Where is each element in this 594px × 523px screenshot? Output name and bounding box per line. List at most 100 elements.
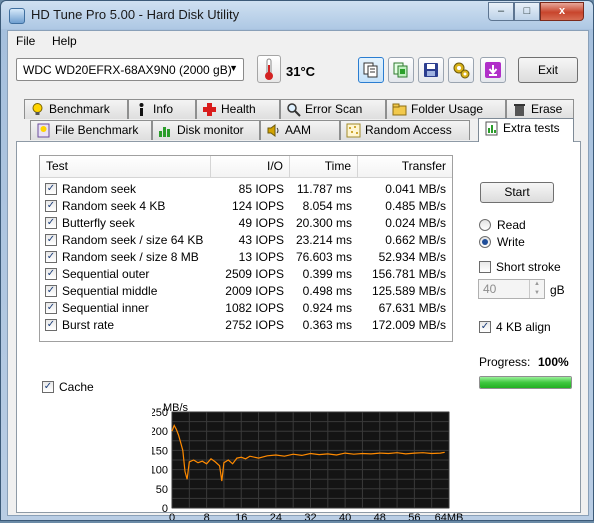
chart-y-tick-label: 0 <box>162 503 168 515</box>
progress-bar <box>479 376 572 389</box>
tab-health[interactable]: Health <box>196 99 280 119</box>
tab-error-scan[interactable]: Error Scan <box>280 99 386 119</box>
test-time: 23.214 ms <box>295 233 352 247</box>
table-row[interactable]: ✓ Sequential middle 2009 IOPS 0.498 ms 125.5… <box>40 283 452 300</box>
copy-screenshot-button[interactable] <box>388 57 414 83</box>
info-icon <box>139 103 144 116</box>
exit-button[interactable]: Exit <box>518 57 578 83</box>
chart-x-tick-label: 8 <box>204 512 210 520</box>
tab-random-access[interactable]: Random Access <box>340 120 470 140</box>
test-checkbox[interactable]: ✓ <box>45 268 57 280</box>
test-checkbox[interactable]: ✓ <box>45 285 57 297</box>
temperature-value: 31°C <box>286 64 316 79</box>
test-name: Sequential inner <box>62 301 149 315</box>
column-header-io[interactable]: I/O <box>211 156 290 178</box>
test-time: 76.603 ms <box>295 250 352 264</box>
align-label: 4 KB align <box>496 320 551 334</box>
tab-info[interactable]: Info <box>128 99 196 119</box>
cache-checkbox[interactable]: ✓ <box>42 381 54 393</box>
tab-disk-monitor[interactable]: Disk monitor <box>152 120 260 140</box>
menu-help[interactable]: Help <box>52 34 77 48</box>
copy-info-icon <box>363 62 378 78</box>
title-bar[interactable]: HD Tune Pro 5.00 - Hard Disk Utility – □… <box>1 1 593 29</box>
test-checkbox[interactable]: ✓ <box>45 319 57 331</box>
window-title: HD Tune Pro 5.00 - Hard Disk Utility <box>31 7 240 22</box>
start-button[interactable]: Start <box>480 182 554 203</box>
test-name: Burst rate <box>62 318 115 332</box>
tab-benchmark-label: Benchmark <box>49 102 110 116</box>
tab-aam-label: AAM <box>285 123 312 137</box>
save-button[interactable] <box>418 57 444 83</box>
test-checkbox[interactable]: ✓ <box>45 217 57 229</box>
test-name: Random seek 4 KB <box>62 199 166 213</box>
short-stroke-size-input[interactable]: 40 ▲ ▼ <box>478 279 545 299</box>
column-header-test[interactable]: Test <box>40 156 211 178</box>
tab-file-benchmark[interactable]: File Benchmark <box>30 120 152 140</box>
tab-extra-tests-label: Extra tests <box>503 121 560 135</box>
test-io: 1082 IOPS <box>225 301 284 315</box>
read-radio[interactable] <box>479 219 491 231</box>
test-io: 13 IOPS <box>238 250 284 264</box>
read-label: Read <box>497 218 526 232</box>
progress-value: 100% <box>538 355 569 369</box>
menu-file[interactable]: File <box>16 34 35 48</box>
table-row[interactable]: ✓ Random seek / size 64 KB 43 IOPS 23.214 m… <box>40 232 452 249</box>
short-stroke-checkbox[interactable] <box>479 261 491 273</box>
drive-select[interactable]: WDC WD20EFRX-68AX9N0 (2000 gB) ▼ <box>16 58 244 81</box>
table-row[interactable]: ✓ Sequential outer 2509 IOPS 0.399 ms 156.78… <box>40 266 452 283</box>
test-checkbox[interactable]: ✓ <box>45 234 57 246</box>
test-time: 20.300 ms <box>295 216 352 230</box>
test-transfer: 67.631 MB/s <box>378 301 446 315</box>
test-checkbox[interactable]: ✓ <box>45 183 57 195</box>
test-time: 0.924 ms <box>302 301 352 315</box>
column-header-time[interactable]: Time <box>290 156 358 178</box>
tab-extra-tests[interactable]: Extra tests <box>478 118 574 142</box>
short-stroke-size-value: 40 <box>483 282 497 296</box>
chart-x-tick-label: 24 <box>270 512 282 520</box>
tab-error-scan-label: Error Scan <box>305 102 363 116</box>
test-checkbox[interactable]: ✓ <box>45 200 57 212</box>
tab-aam[interactable]: AAM <box>260 120 340 140</box>
table-row[interactable]: ✓ Burst rate 2752 IOPS 0.363 ms 172.009 MB/s <box>40 317 452 334</box>
maximize-button[interactable]: □ <box>514 2 540 21</box>
menu-bar: File Help <box>8 31 588 51</box>
tab-file-benchmark-label: File Benchmark <box>55 123 139 137</box>
chart-y-tick-label: 100 <box>152 465 168 477</box>
spin-down-icon[interactable]: ▼ <box>529 289 544 298</box>
extra-tests-icon <box>485 121 498 136</box>
options-button[interactable] <box>448 57 474 83</box>
table-row[interactable]: ✓ Random seek / size 8 MB 13 IOPS 76.603 ms… <box>40 249 452 266</box>
tab-health-label: Health <box>221 102 256 116</box>
test-checkbox[interactable]: ✓ <box>45 251 57 263</box>
close-button[interactable]: x <box>540 2 584 21</box>
copy-info-button[interactable] <box>358 57 384 83</box>
column-header-transfer[interactable]: Transfer <box>358 156 452 178</box>
copy-screenshot-icon <box>393 62 408 78</box>
tab-erase[interactable]: Erase <box>506 99 574 119</box>
write-radio[interactable] <box>479 236 491 248</box>
test-time: 0.399 ms <box>302 267 352 281</box>
test-transfer: 0.662 MB/s <box>385 233 446 247</box>
test-checkbox[interactable]: ✓ <box>45 302 57 314</box>
chart-x-tick-label: 40 <box>339 512 351 520</box>
test-transfer: 156.781 MB/s <box>371 267 446 281</box>
short-stroke-label: Short stroke <box>496 260 561 274</box>
tab-info-label: Info <box>153 102 174 116</box>
test-transfer: 0.024 MB/s <box>385 216 446 230</box>
spin-up-icon[interactable]: ▲ <box>529 280 544 289</box>
test-io: 2509 IOPS <box>225 267 284 281</box>
menu-help-label: Help <box>52 34 77 48</box>
align-checkbox[interactable]: ✓ <box>479 321 491 333</box>
app-icon <box>9 8 25 24</box>
drive-select-value: WDC WD20EFRX-68AX9N0 (2000 gB) <box>23 63 232 77</box>
test-transfer: 125.589 MB/s <box>371 284 446 298</box>
minimize-button[interactable]: – <box>488 2 514 21</box>
download-button[interactable] <box>480 57 506 83</box>
table-row[interactable]: ✓ Sequential inner 1082 IOPS 0.924 ms 67.631… <box>40 300 452 317</box>
table-row[interactable]: ✓ Random seek 4 KB 124 IOPS 8.054 ms 0.485 M… <box>40 198 452 215</box>
tab-benchmark[interactable]: Benchmark <box>24 99 128 119</box>
progress-fill <box>480 377 571 388</box>
table-row[interactable]: ✓ Random seek 85 IOPS 11.787 ms 0.041 MB/s <box>40 181 452 198</box>
tab-folder-usage[interactable]: Folder Usage <box>386 99 506 119</box>
table-row[interactable]: ✓ Butterfly seek 49 IOPS 20.300 ms 0.024 MB/… <box>40 215 452 232</box>
